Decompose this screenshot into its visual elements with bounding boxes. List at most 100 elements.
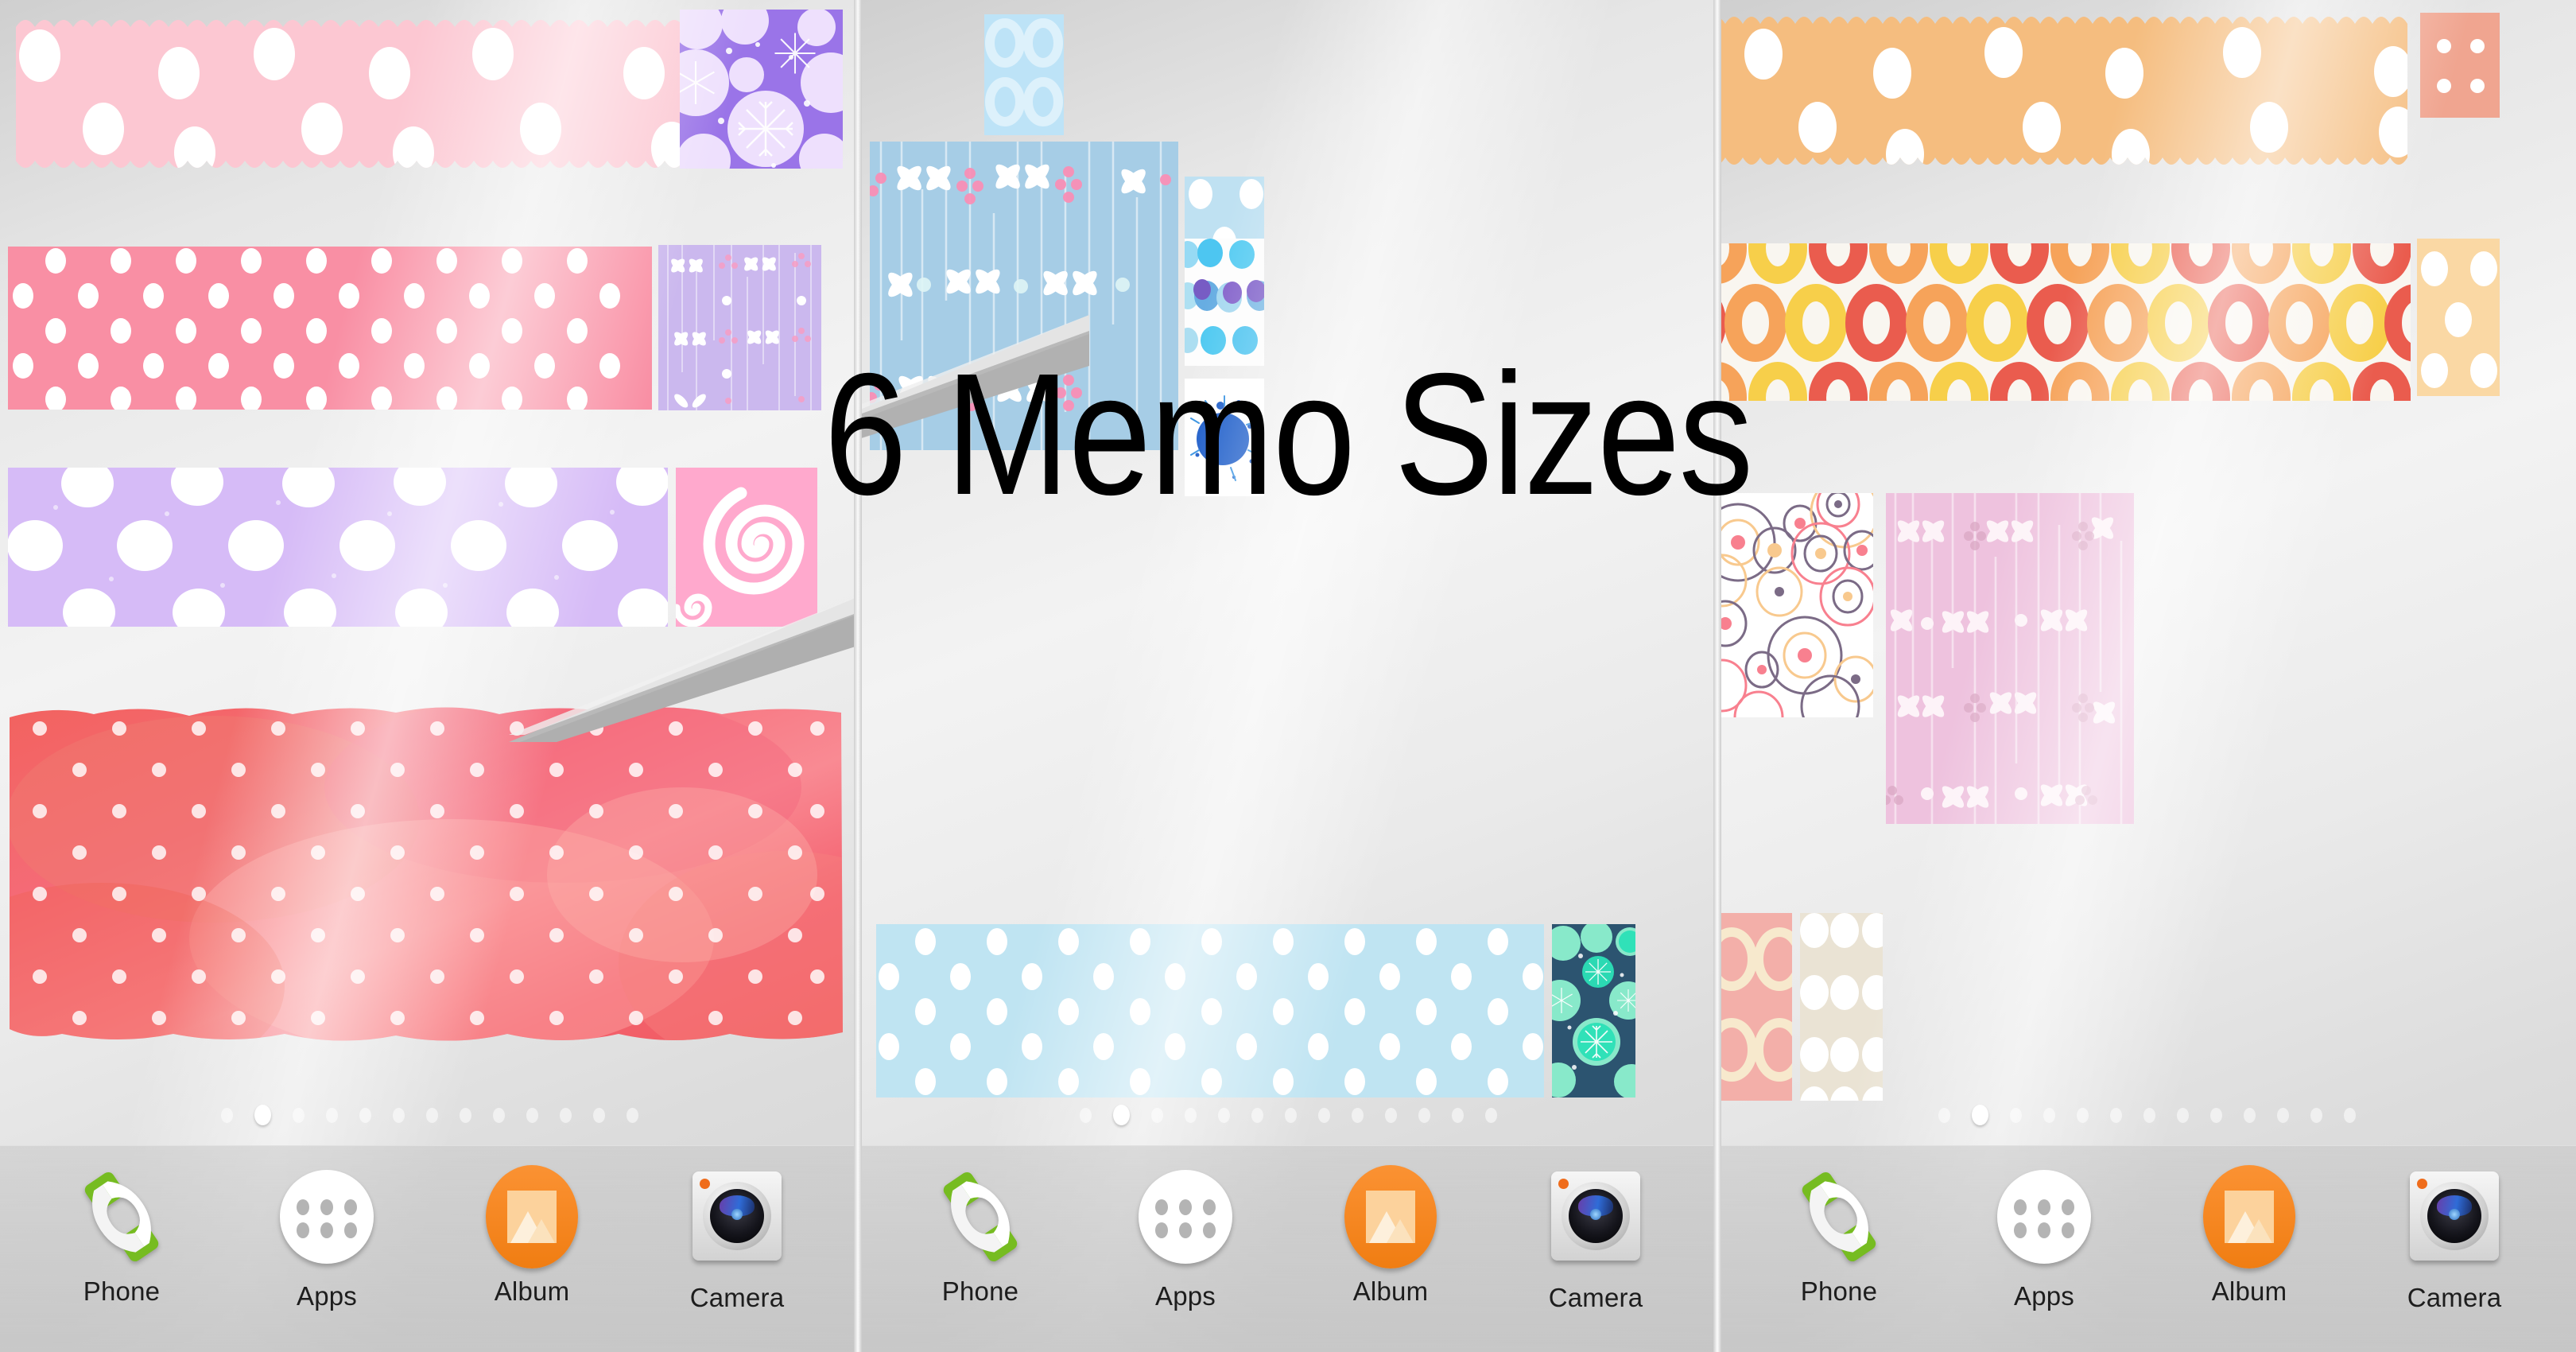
page-dot[interactable] [1184,1108,1197,1123]
page-dot[interactable] [459,1108,471,1123]
dock-item-album[interactable]: Album [456,1165,607,1307]
page-dot[interactable] [425,1108,438,1123]
page-dot[interactable] [492,1108,505,1123]
page-dot[interactable] [1217,1108,1230,1123]
page-dot[interactable] [2209,1108,2222,1123]
page-dot[interactable] [559,1108,572,1123]
page-dot[interactable] [1251,1108,1263,1123]
memo-large-floral-pink[interactable] [1886,493,2134,824]
album-photo-icon[interactable] [480,1165,584,1268]
memo-wide-watercolor-coral[interactable] [6,700,845,1050]
page-dot[interactable] [2143,1108,2155,1123]
apps-grid-icon [1997,1170,2091,1264]
dock-row-1: Phone Apps Album Camera [0,1165,859,1324]
dock-item-label: Apps [1154,1281,1216,1311]
memo-small-rings-skyblue[interactable] [984,14,1064,135]
page-dot[interactable] [626,1108,638,1123]
dock-item-phone[interactable]: Phone [905,1165,1056,1307]
panel-orange-memo-home-screen: Phone Apps Album Camera [1717,0,2576,1352]
page-dot[interactable] [392,1108,405,1123]
page-dot[interactable] [1971,1105,1988,1125]
page-dot[interactable] [2043,1108,2055,1123]
dock-panel-3: Phone Apps Album Camera [1717,1105,2576,1352]
apps-grid-icon[interactable] [1992,1170,2096,1273]
phone-handset-icon[interactable] [1787,1165,1891,1268]
page-dot[interactable] [2310,1108,2322,1123]
page-dot[interactable] [254,1105,271,1125]
dock-item-camera[interactable]: Camera [2379,1165,2530,1313]
triple-phone-showcase: Phone Apps Album Camera Phone Apps Album… [0,0,2576,1352]
memo-small-snowflake-teal[interactable] [1552,924,1635,1098]
dock-item-phone[interactable]: Phone [1763,1165,1915,1307]
dock-item-label: Apps [296,1281,358,1311]
page-dot[interactable] [1284,1108,1297,1123]
dock-item-apps[interactable]: Apps [251,1165,402,1311]
page-dot[interactable] [1418,1108,1430,1123]
page-dot[interactable] [2276,1108,2289,1123]
page-dot[interactable] [292,1108,305,1123]
dock-item-album[interactable]: Album [2174,1165,2325,1307]
memo-small-polka-salmon[interactable] [2420,13,2500,118]
dock-item-camera[interactable]: Camera [1520,1165,1671,1313]
memo-small-rings-blush[interactable] [1717,913,1792,1101]
memo-small-polka-cream[interactable] [1800,913,1883,1101]
page-dot[interactable] [1484,1108,1497,1123]
dock-item-label: Phone [1800,1276,1878,1306]
camera-lens-icon[interactable] [1544,1171,1647,1275]
album-photo-icon [486,1165,578,1268]
page-dot[interactable] [526,1108,538,1123]
phone-handset-icon[interactable] [70,1165,173,1268]
page-indicator-2[interactable] [859,1105,1717,1125]
page-dot[interactable] [220,1108,233,1123]
dock-panel-2: Phone Apps Album Camera [859,1105,1717,1352]
dock-item-phone[interactable]: Phone [46,1165,197,1307]
dock-item-camera[interactable]: Camera [661,1165,813,1313]
page-dot[interactable] [1351,1108,1364,1123]
memo-small-polka-peach[interactable] [2417,239,2500,396]
phone-handset-icon[interactable] [929,1165,1032,1268]
memo-wide-scalloped-apricot[interactable] [1717,13,2407,169]
page-dot[interactable] [325,1108,338,1123]
dock-item-apps[interactable]: Apps [1110,1165,1261,1311]
page-dot[interactable] [1150,1108,1163,1123]
panel-divider-2 [1713,0,1721,1352]
album-photo-icon[interactable] [2198,1165,2301,1268]
panel-pink-memo-home-screen: Phone Apps Album Camera [0,0,859,1352]
page-indicator-3[interactable] [1717,1105,2576,1125]
dock-item-label: Album [1352,1276,1429,1306]
page-dot[interactable] [1079,1108,1092,1123]
apps-grid-icon[interactable] [275,1170,378,1273]
dock-item-apps[interactable]: Apps [1969,1165,2120,1311]
camera-lens-icon [1551,1171,1640,1261]
apps-grid-icon[interactable] [1134,1170,1237,1273]
page-dot[interactable] [1451,1108,1464,1123]
apps-grid-icon [1139,1170,1232,1264]
page-dot[interactable] [359,1108,371,1123]
dock-row-3: Phone Apps Album Camera [1717,1165,2576,1324]
phone-handset-icon [70,1165,173,1268]
apps-grid-icon [280,1170,374,1264]
page-indicator-1[interactable] [0,1105,859,1125]
page-dot[interactable] [2243,1108,2256,1123]
album-photo-icon[interactable] [1339,1165,1442,1268]
dock-item-album[interactable]: Album [1315,1165,1466,1307]
page-dot[interactable] [2176,1108,2189,1123]
dock-item-label: Apps [2013,1281,2075,1311]
panel-blue-memo-home-screen: Phone Apps Album Camera [859,0,1717,1352]
camera-lens-icon[interactable] [685,1171,789,1275]
dock-item-label: Camera [689,1283,785,1312]
camera-lens-icon[interactable] [2403,1171,2506,1275]
memo-wide-polka-paleblue[interactable] [876,924,1544,1098]
page-dot[interactable] [1384,1108,1397,1123]
page-dot[interactable] [2343,1108,2356,1123]
page-dot[interactable] [2076,1108,2089,1123]
memo-tall-snowflake-purple[interactable] [680,10,843,169]
page-dot[interactable] [592,1108,605,1123]
camera-lens-icon [692,1171,782,1261]
page-dot[interactable] [2109,1108,2122,1123]
page-dot[interactable] [1112,1105,1130,1125]
memo-wide-scalloped-pink[interactable] [16,16,684,172]
page-dot[interactable] [1317,1108,1330,1123]
page-dot[interactable] [1938,1108,1950,1123]
page-dot[interactable] [2009,1108,2022,1123]
